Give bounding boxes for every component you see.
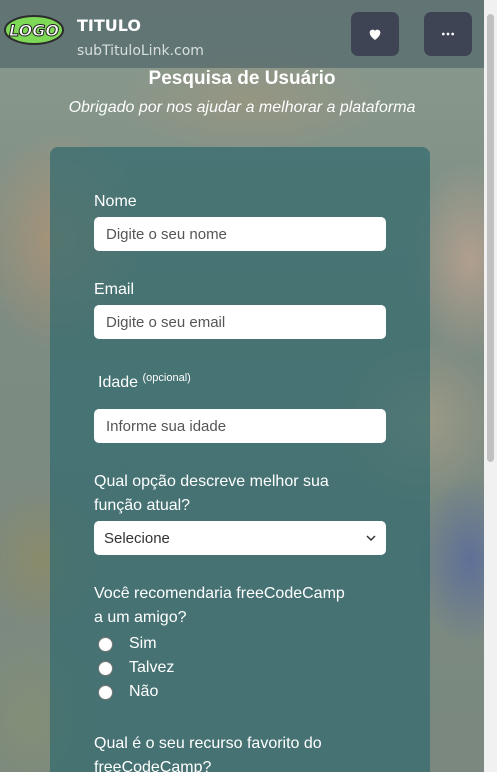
logo-text: LOGO xyxy=(9,21,59,40)
page-description: Obrigado por nos ajudar a melhorar a pla… xyxy=(68,99,416,116)
role-select-value: Selecione xyxy=(104,529,170,547)
favorite-button[interactable] xyxy=(351,12,399,56)
app-title: TITULO xyxy=(77,16,141,35)
radio-label: Não xyxy=(129,683,159,700)
logo[interactable]: LOGO xyxy=(4,14,64,46)
chevron-down-icon xyxy=(366,535,376,542)
radio-label: Talvez xyxy=(129,659,175,676)
name-label: Nome xyxy=(94,193,137,210)
age-optional-note: (opcional) xyxy=(142,372,191,384)
radio-button[interactable] xyxy=(98,660,113,676)
page-title: Pesquisa de Usuário xyxy=(148,68,336,89)
radio-button[interactable] xyxy=(98,636,113,652)
radio-label: Sim xyxy=(129,635,157,652)
email-label: Email xyxy=(94,281,135,298)
role-question-line1: Qual opção descreve melhor sua xyxy=(94,473,329,490)
ellipsis-icon xyxy=(442,32,454,36)
radio-option-sim[interactable]: Sim xyxy=(98,635,157,653)
email-input[interactable] xyxy=(94,305,386,339)
role-question-line2: função atual? xyxy=(94,497,191,514)
age-input[interactable] xyxy=(94,409,386,443)
app-subtitle-link[interactable]: subTituloLink.com xyxy=(77,43,204,59)
age-label: Idade (opcional) xyxy=(98,372,191,392)
age-label-text: Idade xyxy=(98,374,139,391)
scrollbar-thumb[interactable] xyxy=(487,14,494,462)
favorite-question-line2: freeCodeCamp? xyxy=(94,759,212,772)
recommend-question-line2: a um amigo? xyxy=(94,609,187,626)
radio-option-talvez[interactable]: Talvez xyxy=(98,659,174,677)
radio-button[interactable] xyxy=(98,684,113,700)
role-select[interactable]: Selecione xyxy=(94,521,386,555)
title-block: TITULO subTituloLink.com xyxy=(77,16,204,59)
more-options-button[interactable] xyxy=(424,12,472,56)
radio-option-nao[interactable]: Não xyxy=(98,683,158,701)
recommend-question-line1: Você recomendaria freeCodeCamp xyxy=(94,585,345,602)
heart-icon xyxy=(369,29,381,40)
app-header: LOGO TITULO subTituloLink.com xyxy=(0,0,484,68)
favorite-question-line1: Qual é o seu recurso favorito do xyxy=(94,735,322,752)
name-input[interactable] xyxy=(94,217,386,251)
vertical-scrollbar[interactable] xyxy=(484,0,497,772)
